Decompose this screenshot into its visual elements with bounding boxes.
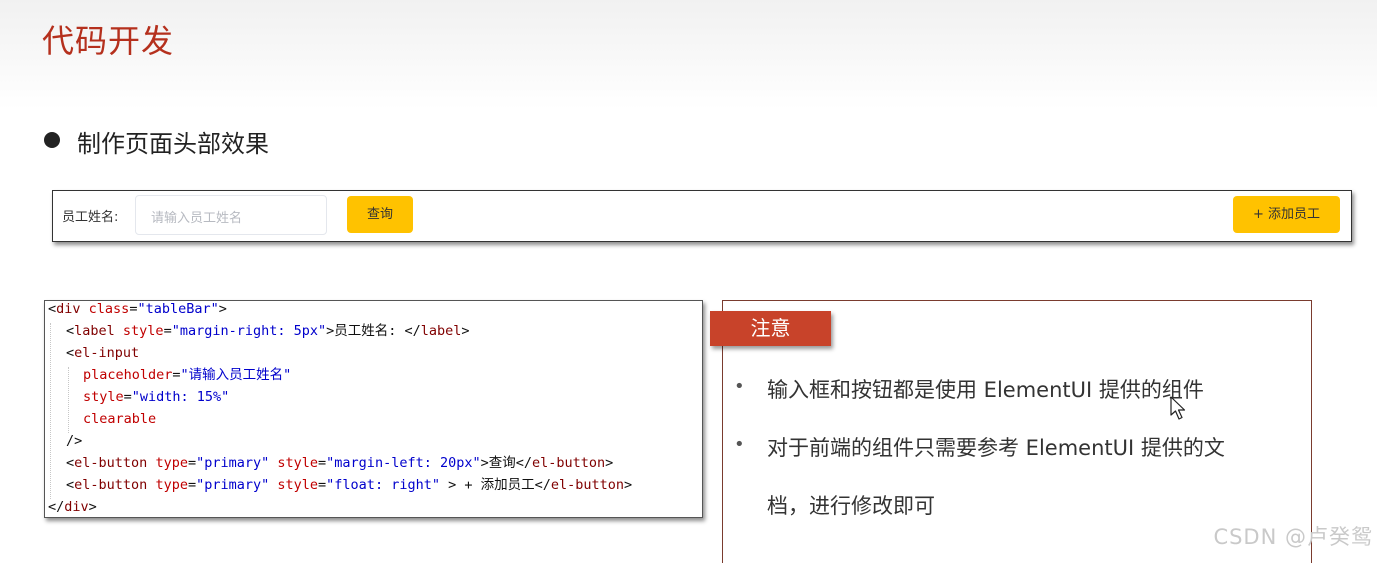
indent-guide: [68, 367, 69, 433]
watermark: CSDN @卢癸鸳: [1213, 525, 1373, 549]
note-item-2-continued: 档，进行修改即可: [767, 494, 935, 518]
title-band: [0, 0, 1377, 110]
bullet-dot: [44, 132, 60, 148]
code-line-5: style="width: 15%": [83, 389, 230, 405]
section-heading: 制作页面头部效果: [77, 130, 269, 158]
note-item-2: 对于前端的组件只需要参考 ElementUI 提供的文: [767, 436, 1225, 460]
demo-table-bar: 员工姓名: 请输入员工姓名 查询 + 添加员工: [52, 190, 1352, 242]
note-bullet: •: [734, 434, 745, 455]
note-item-1: 输入框和按钮都是使用 ElementUI 提供的组件: [767, 378, 1204, 402]
code-line-10: </div>: [48, 499, 97, 515]
code-line-2: <label style="margin-right: 5px">员工姓名: <…: [66, 323, 470, 339]
code-line-3: <el-input: [66, 345, 140, 361]
search-button[interactable]: 查询: [347, 196, 413, 233]
code-line-8: <el-button type="primary" style="margin-…: [66, 455, 614, 471]
code-line-9: <el-button type="primary" style="float: …: [66, 477, 633, 493]
code-snippet: <div class="tableBar"> <label style="mar…: [44, 300, 703, 518]
code-line-4: placeholder="请输入员工姓名": [83, 367, 292, 383]
note-tag: 注意: [710, 311, 831, 346]
indent-guide: [50, 323, 51, 499]
code-line-1: <div class="tableBar">: [48, 301, 227, 317]
code-line-6: clearable: [83, 411, 157, 427]
add-employee-button[interactable]: + 添加员工: [1233, 196, 1340, 233]
employee-name-input[interactable]: 请输入员工姓名: [135, 195, 327, 235]
code-line-7: />: [66, 433, 83, 449]
note-bullet: •: [734, 376, 745, 397]
slide-title: 代码开发: [42, 22, 175, 60]
mouse-cursor-icon: [1170, 396, 1186, 420]
employee-name-label: 员工姓名:: [62, 210, 119, 225]
input-placeholder: 请输入员工姓名: [151, 211, 243, 226]
